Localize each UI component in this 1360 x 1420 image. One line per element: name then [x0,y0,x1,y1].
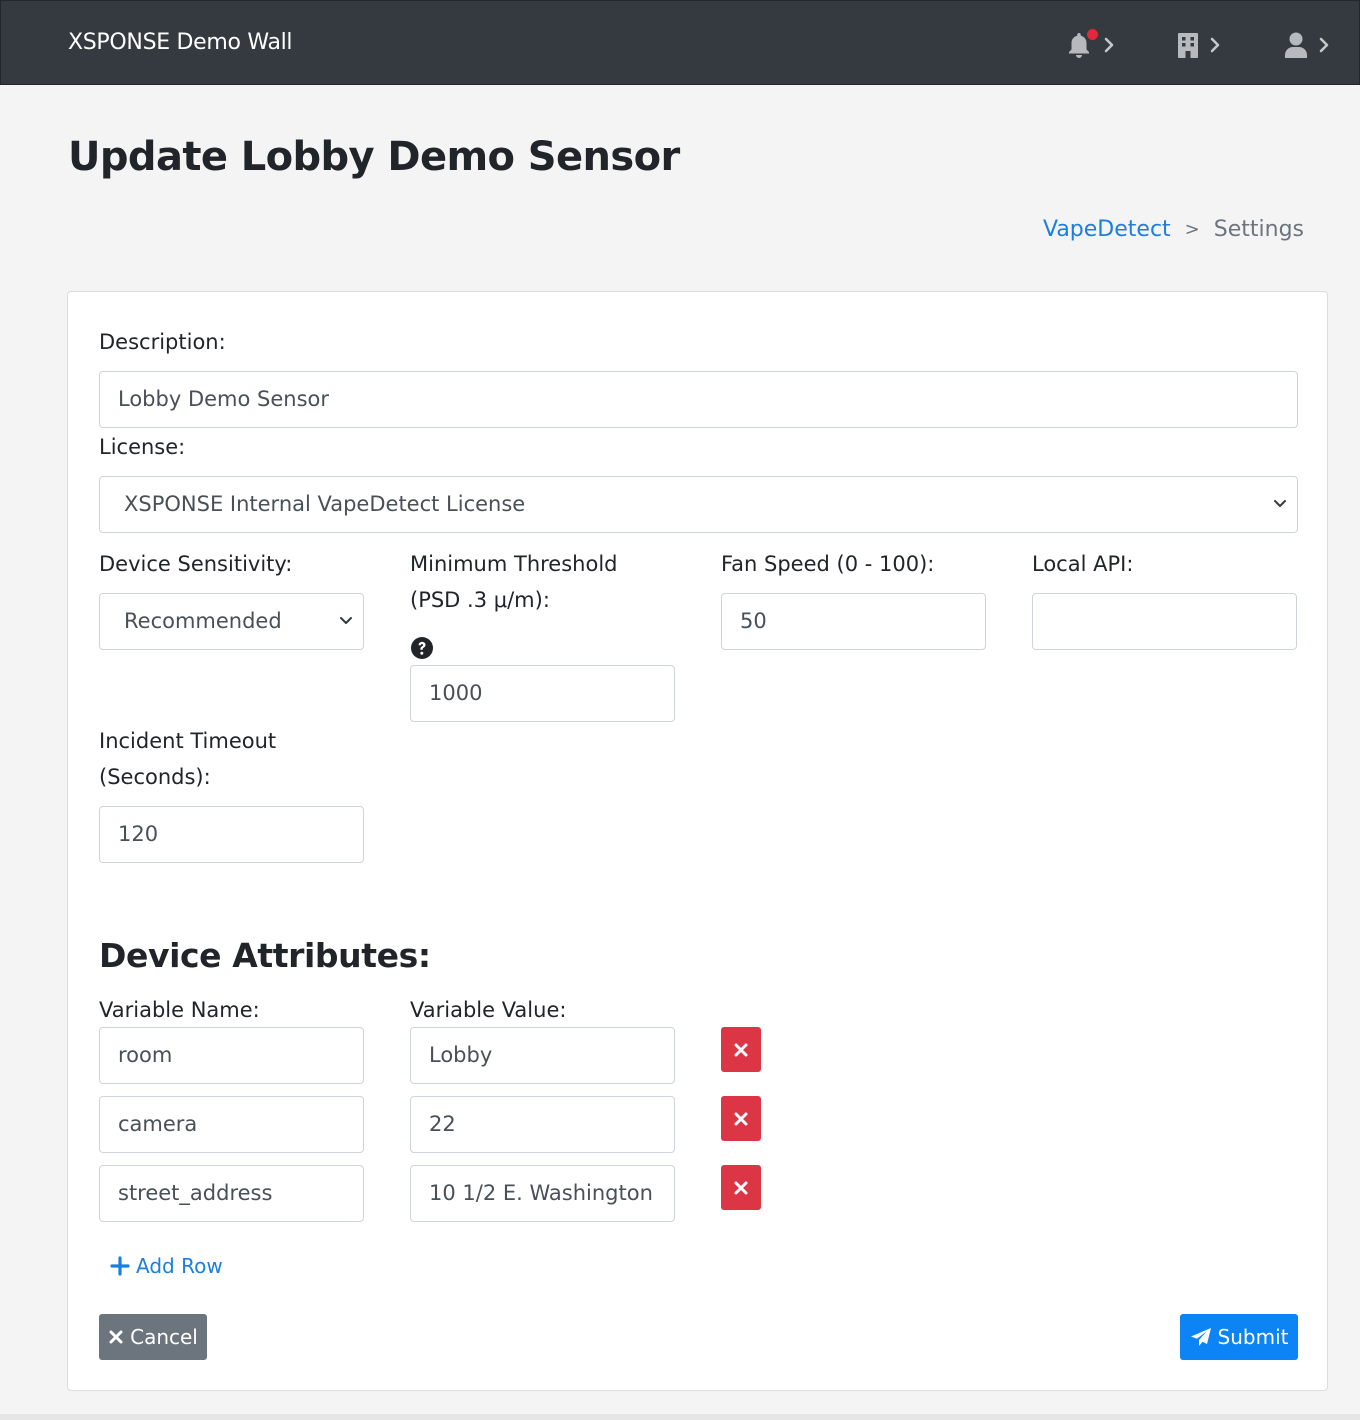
question-circle-icon[interactable] [410,636,434,660]
description-input[interactable]: Lobby Demo Sensor [99,371,1298,428]
variable-value-input[interactable]: 10 1/2 E. Washington [410,1165,675,1222]
notifications-menu[interactable] [1067,28,1115,61]
license-label: License: [99,435,186,459]
paper-plane-icon [1190,1328,1211,1346]
user-icon [1285,32,1307,58]
delete-row-button[interactable] [721,1027,761,1072]
incident-timeout-label-line1: Incident Timeout [99,729,277,753]
threshold-label-line1: Minimum Threshold [410,552,618,576]
submit-button-label: Submit [1217,1325,1289,1349]
add-row-label: Add Row [136,1254,223,1278]
top-navbar: XSPONSE Demo Wall [0,0,1360,85]
fan-speed-input[interactable]: 50 [721,593,986,650]
breadcrumb-link-vapedetect[interactable]: VapeDetect [1043,217,1171,242]
variable-name-header: Variable Name: [99,998,260,1022]
close-icon [109,1330,123,1344]
page-title: Update Lobby Demo Sensor [68,134,680,180]
chevron-right-icon [1104,37,1114,53]
chevron-down-icon [340,617,352,624]
brand-title[interactable]: XSPONSE Demo Wall [68,30,293,55]
variable-value-header: Variable Value: [410,998,567,1022]
license-select-value: XSPONSE Internal VapeDetect License [124,492,526,516]
close-icon [734,1043,748,1056]
variable-name-input[interactable]: camera [99,1096,364,1153]
sensitivity-label: Device Sensitivity: [99,552,293,576]
description-label: Description: [99,330,226,354]
chevron-down-icon [1274,500,1286,507]
chevron-right-icon [1210,37,1220,53]
license-select[interactable]: XSPONSE Internal VapeDetect License [99,476,1298,533]
local-api-label: Local API: [1032,552,1134,576]
chevron-right-icon [1319,37,1329,53]
cancel-button[interactable]: Cancel [99,1314,207,1360]
variable-name-input[interactable]: room [99,1027,364,1084]
threshold-label-line2: (PSD .3 μ/m): [410,588,550,612]
add-row-button[interactable]: Add Row [110,1254,223,1278]
sensitivity-select[interactable]: Recommended [99,593,364,650]
variable-value-input[interactable]: 22 [410,1096,675,1153]
close-icon [734,1112,748,1125]
close-icon [734,1181,748,1194]
page-bottom-strip [0,1414,1360,1420]
plus-icon [110,1256,130,1276]
breadcrumb-current: Settings [1213,217,1304,242]
submit-button[interactable]: Submit [1180,1314,1298,1360]
sensitivity-select-value: Recommended [124,609,282,633]
breadcrumb-separator: > [1184,219,1200,240]
breadcrumb: VapeDetect > Settings [1043,217,1304,242]
sensor-settings-card: Description: Lobby Demo Sensor License: … [67,291,1328,1391]
cancel-button-label: Cancel [130,1325,198,1349]
variable-value-input[interactable]: Lobby [410,1027,675,1084]
fan-speed-label: Fan Speed (0 - 100): [721,552,935,576]
incident-timeout-label-line2: (Seconds): [99,765,211,789]
building-icon [1178,33,1198,58]
delete-row-button[interactable] [721,1096,761,1141]
notification-badge-dot [1086,28,1099,41]
variable-name-input[interactable]: street_address [99,1165,364,1222]
incident-timeout-input[interactable]: 120 [99,806,364,863]
delete-row-button[interactable] [721,1165,761,1210]
local-api-input[interactable] [1032,593,1297,650]
building-menu[interactable] [1177,29,1221,61]
user-menu[interactable] [1284,29,1330,61]
device-attributes-title: Device Attributes: [99,936,431,975]
threshold-input[interactable]: 1000 [410,665,675,722]
